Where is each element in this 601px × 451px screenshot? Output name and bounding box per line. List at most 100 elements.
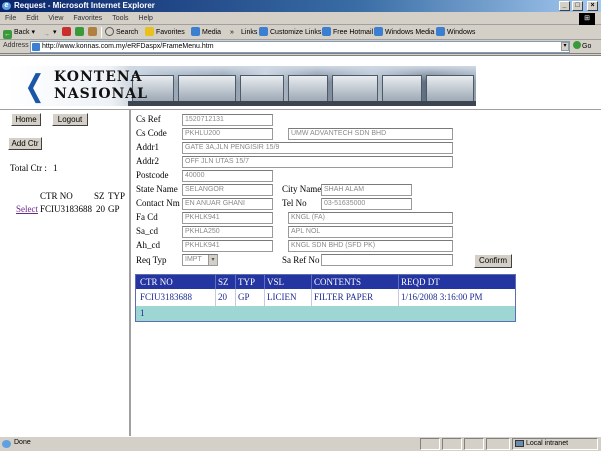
go-arrow-icon: [573, 41, 581, 49]
fa-cd-label: Fa Cd: [136, 212, 158, 222]
minimize-button[interactable]: _: [559, 1, 570, 11]
postcode-field[interactable]: 40000: [182, 170, 273, 182]
cs-ref-field[interactable]: 1520712131: [182, 114, 273, 126]
logo-arrow-icon: ❮: [24, 69, 45, 104]
left-col-typ: TYP: [108, 191, 126, 201]
search-icon: [105, 27, 114, 36]
links-label: Links: [241, 29, 258, 36]
go-button[interactable]: Go: [573, 41, 595, 53]
grid-header-reqd-dt: REQD DT: [398, 275, 440, 289]
menu-favorites[interactable]: Favorites: [68, 12, 107, 25]
grid-cell-reqd-dt: 1/16/2008 3:16:00 PM: [398, 289, 483, 306]
sa-name-field[interactable]: APL NOL: [288, 226, 453, 238]
menu-file[interactable]: File: [0, 12, 21, 25]
close-button[interactable]: ×: [587, 1, 598, 11]
search-button[interactable]: Search: [105, 26, 138, 39]
ie-icon: e: [2, 2, 11, 10]
city-field[interactable]: SHAH ALAM: [321, 184, 412, 196]
ie-link-icon: [374, 27, 383, 36]
toolbar: ← Back ▾ → ▾ Search Favorites Media » Link…: [0, 25, 601, 40]
stop-button[interactable]: [62, 26, 73, 39]
grid-cell-sz: 20: [215, 289, 227, 306]
intranet-icon: [515, 440, 524, 447]
pager-page-1[interactable]: 1: [138, 306, 145, 321]
grid-header-contents: CONTENTS: [311, 275, 361, 289]
contact-label: Contact Nm: [136, 198, 180, 208]
cs-ref-label: Cs Ref: [136, 114, 161, 124]
grid-cell-vsl: LICIEN: [264, 289, 297, 306]
state-field[interactable]: SELANGOR: [182, 184, 273, 196]
sa-ref-label: Sa Ref No: [282, 255, 320, 265]
address-input[interactable]: http://www.konnas.com.my/eRFDaspx/FrameM…: [30, 41, 570, 53]
refresh-button[interactable]: [75, 26, 86, 39]
fa-cd-field[interactable]: PKHLK941: [182, 212, 273, 224]
menu-bar: File Edit View Favorites Tools Help ⊞: [0, 12, 601, 25]
ah-cd-field[interactable]: PKHLK941: [182, 240, 273, 252]
add-ctr-button[interactable]: Add Ctr: [8, 137, 42, 150]
favorites-button[interactable]: Favorites: [145, 26, 185, 39]
stop-icon: [62, 27, 71, 36]
left-row-ctr-no: FCIU3183688: [40, 204, 93, 214]
home-button[interactable]: Home: [11, 113, 41, 126]
cs-code-label: Cs Code: [136, 128, 167, 138]
sa-cd-field[interactable]: PKHLA250: [182, 226, 273, 238]
cs-name-field[interactable]: UMW ADVANTECH SDN BHD: [288, 128, 453, 140]
windows-media-link[interactable]: Windows Media: [374, 26, 434, 39]
total-ctr-label: Total Ctr :: [10, 163, 47, 173]
grid-header-ctr-no: CTR NO: [140, 277, 173, 287]
postcode-label: Postcode: [136, 170, 169, 180]
ie-link-icon: [436, 27, 445, 36]
left-frame: Home Logout Add Ctr Total Ctr : 1 CTR NO…: [0, 110, 131, 437]
window-title: Request - Microsoft Internet Explorer: [14, 1, 155, 10]
media-button[interactable]: Media: [191, 26, 221, 39]
left-col-ctr-no: CTR NO: [40, 191, 73, 201]
customize-links-link[interactable]: Customize Links: [259, 26, 321, 39]
chevron-down-icon: ▾: [208, 255, 217, 265]
addr2-field[interactable]: OFF JLN UTAS 15/7: [182, 156, 453, 168]
menu-view[interactable]: View: [43, 12, 68, 25]
contact-field[interactable]: EN ANUAR GHANI: [182, 198, 273, 210]
grid-header-sz: SZ: [215, 275, 229, 289]
tel-label: Tel No: [282, 198, 307, 208]
cs-code-field[interactable]: PKHLU200: [182, 128, 273, 140]
logo-text-line2: NASIONAL: [54, 86, 149, 102]
logout-button[interactable]: Logout: [52, 113, 88, 126]
address-dropdown-button[interactable]: ▾: [561, 42, 569, 51]
addr1-field[interactable]: GATE 3A,JLN PENGISIR 15/9: [182, 142, 453, 154]
table-row[interactable]: FCIU3183688 20 GP LICIEN FILTER PAPER 1/…: [136, 289, 515, 306]
select-link[interactable]: Select: [16, 204, 38, 214]
free-hotmail-link[interactable]: Free Hotmail: [322, 26, 373, 39]
menu-tools[interactable]: Tools: [107, 12, 133, 25]
windows-link[interactable]: Windows: [436, 26, 475, 39]
container-grid: CTR NO SZ TYP VSL CONTENTS REQD DT FCIU3…: [135, 274, 516, 322]
status-bar: Done Local intranet: [0, 436, 601, 451]
page-content: ❮ KONTENA NASIONAL Home Logout Add Ctr T…: [0, 55, 601, 437]
grid-header-typ: TYP: [235, 275, 255, 289]
ie-link-icon: [259, 27, 268, 36]
req-typ-label: Req Typ: [136, 255, 167, 265]
back-button[interactable]: ← Back ▾: [3, 26, 35, 39]
menu-edit[interactable]: Edit: [21, 12, 43, 25]
ah-name-field[interactable]: KNGL SDN BHD (SFD PK): [288, 240, 453, 252]
windows-logo-icon: ⊞: [579, 13, 595, 25]
forward-button[interactable]: → ▾: [42, 26, 57, 39]
status-cell: [464, 438, 484, 450]
sa-ref-field[interactable]: [321, 254, 453, 266]
home-icon: [88, 27, 97, 36]
refresh-icon: [75, 27, 84, 36]
menu-help[interactable]: Help: [134, 12, 158, 25]
links-chevron[interactable]: »: [230, 26, 234, 39]
city-label: City Name: [282, 184, 322, 194]
confirm-button[interactable]: Confirm: [474, 254, 512, 268]
media-icon: [191, 27, 200, 36]
ie-page-icon: [2, 440, 11, 448]
grid-header: CTR NO SZ TYP VSL CONTENTS REQD DT: [136, 275, 515, 289]
addr2-label: Addr2: [136, 156, 159, 166]
home-toolbar-button[interactable]: [88, 26, 99, 39]
address-bar: Address http://www.konnas.com.my/eRFDasp…: [0, 40, 601, 54]
company-banner: ❮ KONTENA NASIONAL: [8, 66, 476, 106]
maximize-button[interactable]: □: [572, 1, 583, 11]
fa-name-field[interactable]: KNGL (FA): [288, 212, 453, 224]
tel-field[interactable]: 03-51635000: [321, 198, 412, 210]
req-typ-select[interactable]: IMPT ▾: [182, 254, 218, 266]
